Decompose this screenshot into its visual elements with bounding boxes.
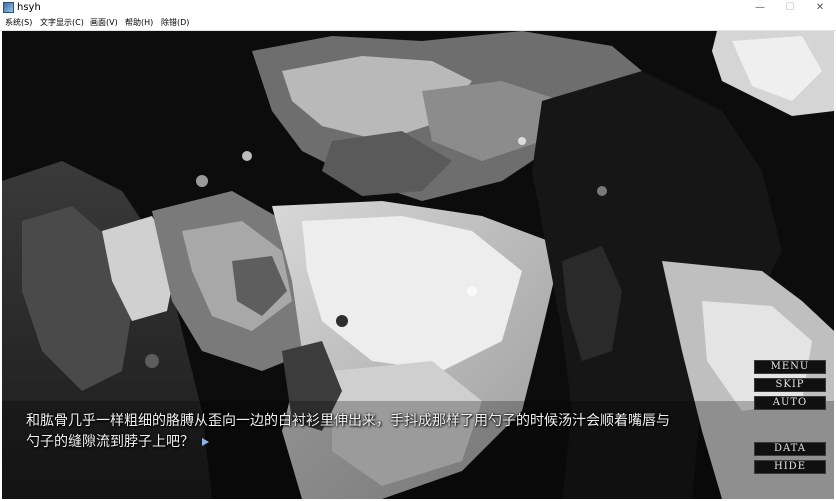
close-button[interactable]: ✕ <box>805 0 835 16</box>
menu-text-display[interactable]: 文字显示(C) <box>40 16 84 30</box>
window-title: hsyh <box>17 2 41 13</box>
game-scene[interactable]: 和肱骨几乎一样粗细的胳膊从歪向一边的白衬衫里伸出来，手抖成那样了用勺子的时候汤汁… <box>2 31 834 499</box>
dialogue-line-2-text: 勺子的缝隙流到脖子上吧？ <box>26 434 194 450</box>
auto-button[interactable]: AUTO <box>754 396 826 410</box>
menu-bar: 系统(S) 文字显示(C) 画面(V) 帮助(H) 除错(D) <box>0 16 836 31</box>
data-button[interactable]: DATA <box>754 442 826 456</box>
dialogue-line-1: 和肱骨几乎一样粗细的胳膊从歪向一边的白衬衫里伸出来，手抖成那样了用勺子的时候汤汁… <box>26 413 670 429</box>
menu-system[interactable]: 系统(S) <box>5 16 32 30</box>
minimize-button[interactable]: — <box>745 0 775 16</box>
menu-button[interactable]: MENU <box>754 360 826 374</box>
next-page-arrow-icon <box>202 438 209 446</box>
dialogue-line-2: 勺子的缝隙流到脖子上吧？ <box>26 432 816 453</box>
hide-button[interactable]: HIDE <box>754 460 826 474</box>
title-bar: hsyh — ☐ ✕ <box>0 0 836 16</box>
dialogue-box[interactable]: 和肱骨几乎一样粗细的胳膊从歪向一边的白衬衫里伸出来，手抖成那样了用勺子的时候汤汁… <box>26 411 816 453</box>
menu-help[interactable]: 帮助(H) <box>125 16 153 30</box>
maximize-button[interactable]: ☐ <box>775 0 805 16</box>
game-window: hsyh — ☐ ✕ 系统(S) 文字显示(C) 画面(V) 帮助(H) 除错(… <box>0 0 836 501</box>
menu-debug[interactable]: 除错(D) <box>161 16 189 30</box>
app-icon <box>3 2 14 13</box>
menu-screen[interactable]: 画面(V) <box>90 16 118 30</box>
skip-button[interactable]: SKIP <box>754 378 826 392</box>
